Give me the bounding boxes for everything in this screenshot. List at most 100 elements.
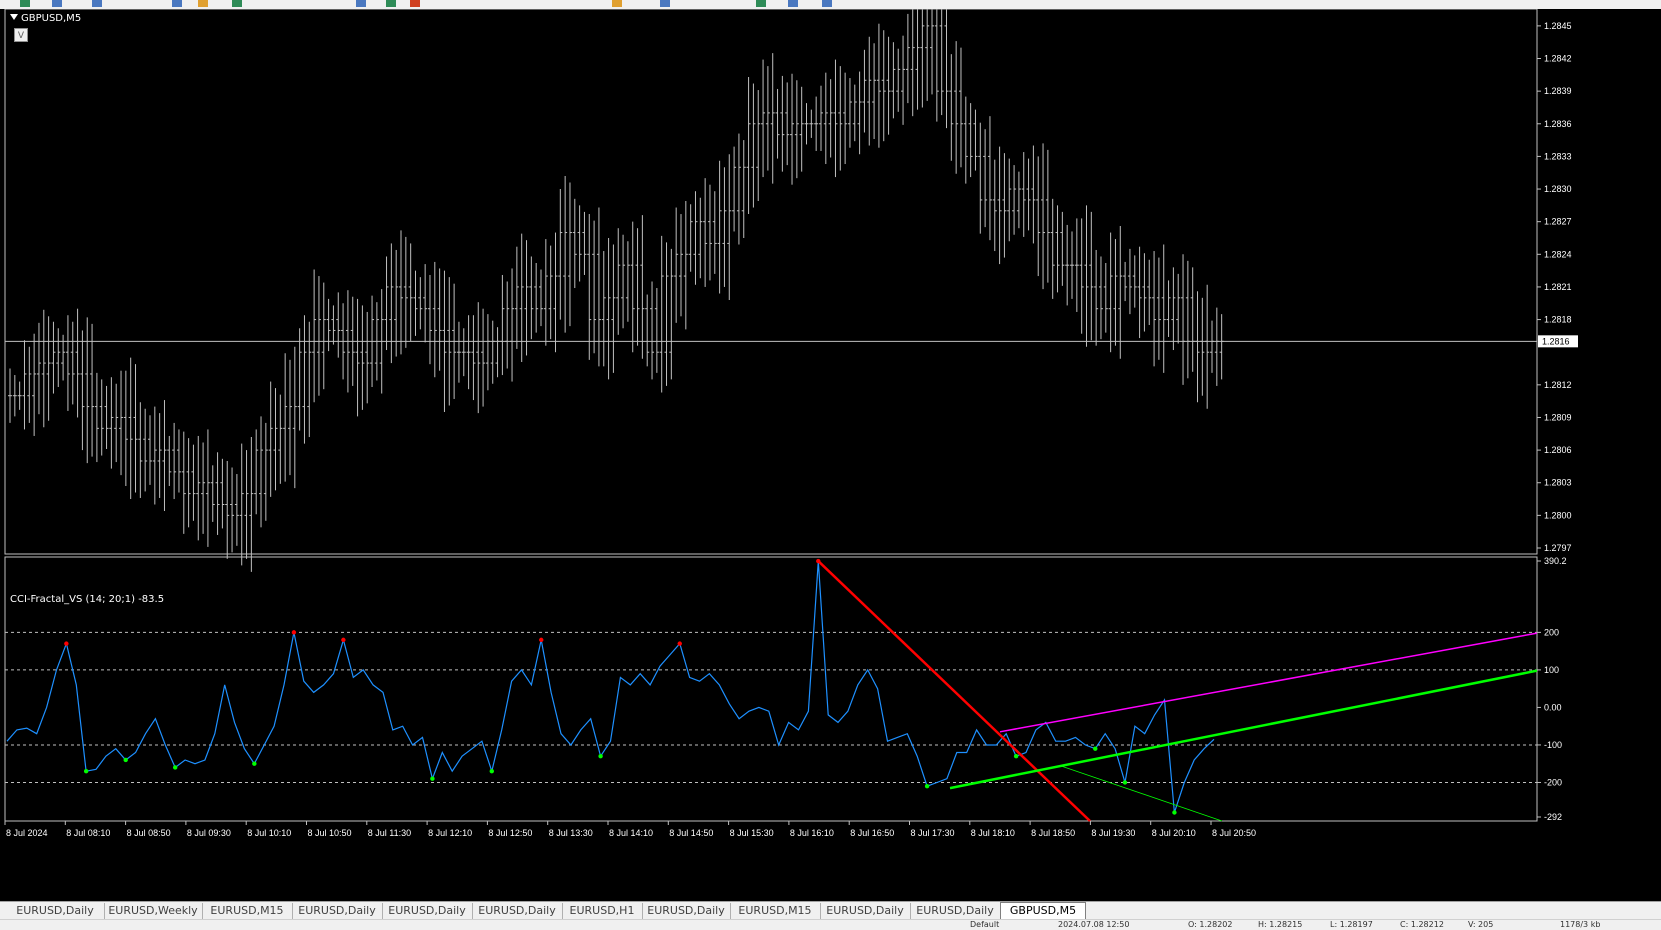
- chart-symbol-text: GBPUSD,M5: [21, 13, 82, 24]
- trendline-green: [949, 669, 1538, 790]
- chart-tab[interactable]: EURUSD,Daily: [820, 903, 911, 919]
- chart-tab[interactable]: EURUSD,H1: [562, 903, 643, 919]
- price-pane-border: [4, 9, 1538, 555]
- trendline-green-thin: [1059, 765, 1223, 822]
- time-axis-label: 8 Jul 10:50: [308, 828, 352, 838]
- indicator-axis-label: -200: [1544, 777, 1562, 787]
- price-axis-label: 1.2803: [1544, 478, 1572, 488]
- indicator-axis-label: 390.2: [1544, 556, 1567, 566]
- fractal-down-marker: [1122, 780, 1128, 785]
- indicator-axis-label: -100: [1544, 740, 1562, 750]
- toolbar-icon[interactable]: [756, 0, 766, 7]
- time-axis-label: 8 Jul 13:30: [549, 828, 593, 838]
- toolbar-icon[interactable]: [52, 0, 62, 7]
- toolbar-icon[interactable]: [660, 0, 670, 7]
- fractal-down-marker: [924, 784, 930, 789]
- fractal-down-marker: [83, 769, 89, 774]
- time-axis-label: 8 Jul 16:10: [790, 828, 834, 838]
- chart-canvas[interactable]: 1.2845 1.2842 1.2839 1.2836 1.2833 1.2830 1.28…: [0, 9, 1661, 901]
- price-axis-label: 1.2842: [1544, 54, 1572, 64]
- time-axis-label: 8 Jul 14:50: [669, 828, 713, 838]
- fractal-up-marker: [291, 630, 297, 635]
- fractal-down-marker: [252, 761, 257, 766]
- price-axis-label: 1.2824: [1544, 249, 1572, 259]
- time-axis-label: 8 Jul 12:10: [428, 828, 472, 838]
- toolbar-icon[interactable]: [20, 0, 30, 7]
- time-axis-label: 8 Jul 08:50: [127, 828, 171, 838]
- price-axis-label: 1.2836: [1544, 119, 1572, 129]
- time-axis-label: 8 Jul 11:30: [368, 828, 411, 838]
- fractal-down-marker: [598, 754, 603, 759]
- toolbar-icon[interactable]: [232, 0, 242, 7]
- chart-tab[interactable]: EURUSD,Daily: [6, 903, 105, 919]
- price-axis-label: 1.2833: [1544, 151, 1572, 161]
- price-axis-label: 1.2800: [1544, 510, 1572, 520]
- toolbar-icon[interactable]: [172, 0, 182, 7]
- toolbar-icon[interactable]: [92, 0, 102, 7]
- fractal-down-marker: [489, 769, 494, 774]
- chart-tab[interactable]: EURUSD,Daily: [292, 903, 383, 919]
- time-axis-label: 8 Jul 08:10: [66, 828, 110, 838]
- fractal-up-marker: [341, 637, 346, 643]
- current-price-label: 1.2816: [1542, 336, 1570, 346]
- toolbar-icon[interactable]: [386, 0, 396, 7]
- toolbar-icon[interactable]: [822, 0, 832, 7]
- chart-tab[interactable]: EURUSD,Daily: [382, 903, 473, 919]
- indicator-axis-label: 0.00: [1544, 702, 1562, 712]
- price-axis-label: 1.2839: [1544, 86, 1572, 96]
- fractal-up-marker: [64, 641, 69, 646]
- toolbar-icon[interactable]: [410, 0, 420, 7]
- toolbar-icon[interactable]: [612, 0, 622, 7]
- fractal-down-marker: [1172, 810, 1177, 815]
- chart-window[interactable]: 1.2845 1.2842 1.2839 1.2836 1.2833 1.2830 1.28…: [0, 9, 1661, 901]
- time-axis-label: 8 Jul 18:50: [1031, 828, 1075, 838]
- toolbar-icon[interactable]: [788, 0, 798, 7]
- price-axis-label: 1.2830: [1544, 184, 1572, 194]
- time-axis-label: 8 Jul 15:30: [730, 828, 774, 838]
- indicator-title: CCI-Fractal_VS (14; 20;1) -83.5: [10, 594, 165, 605]
- indicator-pane-border: [4, 556, 1538, 822]
- time-axis-label: 8 Jul 20:10: [1152, 828, 1196, 838]
- time-axis-label: 8 Jul 16:50: [850, 828, 894, 838]
- trendline-magenta: [999, 632, 1538, 733]
- chart-tab[interactable]: EURUSD,Weekly: [104, 903, 203, 919]
- chart-symbol-title: GBPUSD,M5: [10, 13, 81, 24]
- time-axis-label: 8 Jul 20:50: [1212, 828, 1256, 838]
- time-axis-label: 8 Jul 10:10: [247, 828, 291, 838]
- price-axis-label: 1.2806: [1544, 445, 1572, 455]
- chart-tab[interactable]: EURUSD,M15: [202, 903, 293, 919]
- fractal-down-marker: [123, 757, 128, 763]
- fractal-down-marker: [172, 765, 178, 770]
- indicator-toggle-button[interactable]: V: [14, 28, 28, 42]
- time-axis-label: 8 Jul 2024: [6, 828, 48, 838]
- chart-tab[interactable]: EURUSD,Daily: [910, 903, 1001, 919]
- cci-line: [6, 561, 1215, 813]
- collapse-triangle-icon[interactable]: [10, 14, 18, 20]
- fractal-up-marker: [677, 641, 682, 646]
- fractal-up-marker: [539, 637, 544, 643]
- indicator-axis-label: 200: [1544, 627, 1559, 637]
- price-axis-label: 1.2797: [1544, 543, 1572, 553]
- fractal-down-marker: [430, 776, 435, 781]
- time-axis-label: 8 Jul 09:30: [187, 828, 231, 838]
- chart-tab[interactable]: EURUSD,Daily: [642, 903, 731, 919]
- price-axis-label: 1.2845: [1544, 21, 1572, 31]
- fractal-down-marker: [1013, 754, 1019, 759]
- time-axis-label: 8 Jul 19:30: [1091, 828, 1135, 838]
- chart-tabs-bar: EURUSD,Daily EURUSD,Weekly EURUSD,M15 EURUS…: [0, 901, 1661, 921]
- time-axis-label: 8 Jul 12:50: [488, 828, 532, 838]
- time-axis-label: 8 Jul 17:30: [911, 828, 955, 838]
- price-axis-label: 1.2812: [1544, 380, 1572, 390]
- fractal-down-marker: [1093, 746, 1098, 751]
- chart-tab[interactable]: EURUSD,Daily: [472, 903, 563, 919]
- price-candles: [8, 9, 1224, 572]
- price-axis-label: 1.2827: [1544, 217, 1572, 227]
- status-bar: Default 2024.07.08 12:50 O: 1.28202 H: 1…: [0, 919, 1661, 930]
- price-axis-label: 1.2818: [1544, 315, 1572, 325]
- chart-tab[interactable]: EURUSD,M15: [730, 903, 821, 919]
- toolbar-icon[interactable]: [198, 0, 208, 7]
- price-axis-label: 1.2809: [1544, 412, 1572, 422]
- toolbar-icon[interactable]: [356, 0, 366, 7]
- time-axis-label: 8 Jul 18:10: [971, 828, 1015, 838]
- price-axis-label: 1.2821: [1544, 282, 1572, 292]
